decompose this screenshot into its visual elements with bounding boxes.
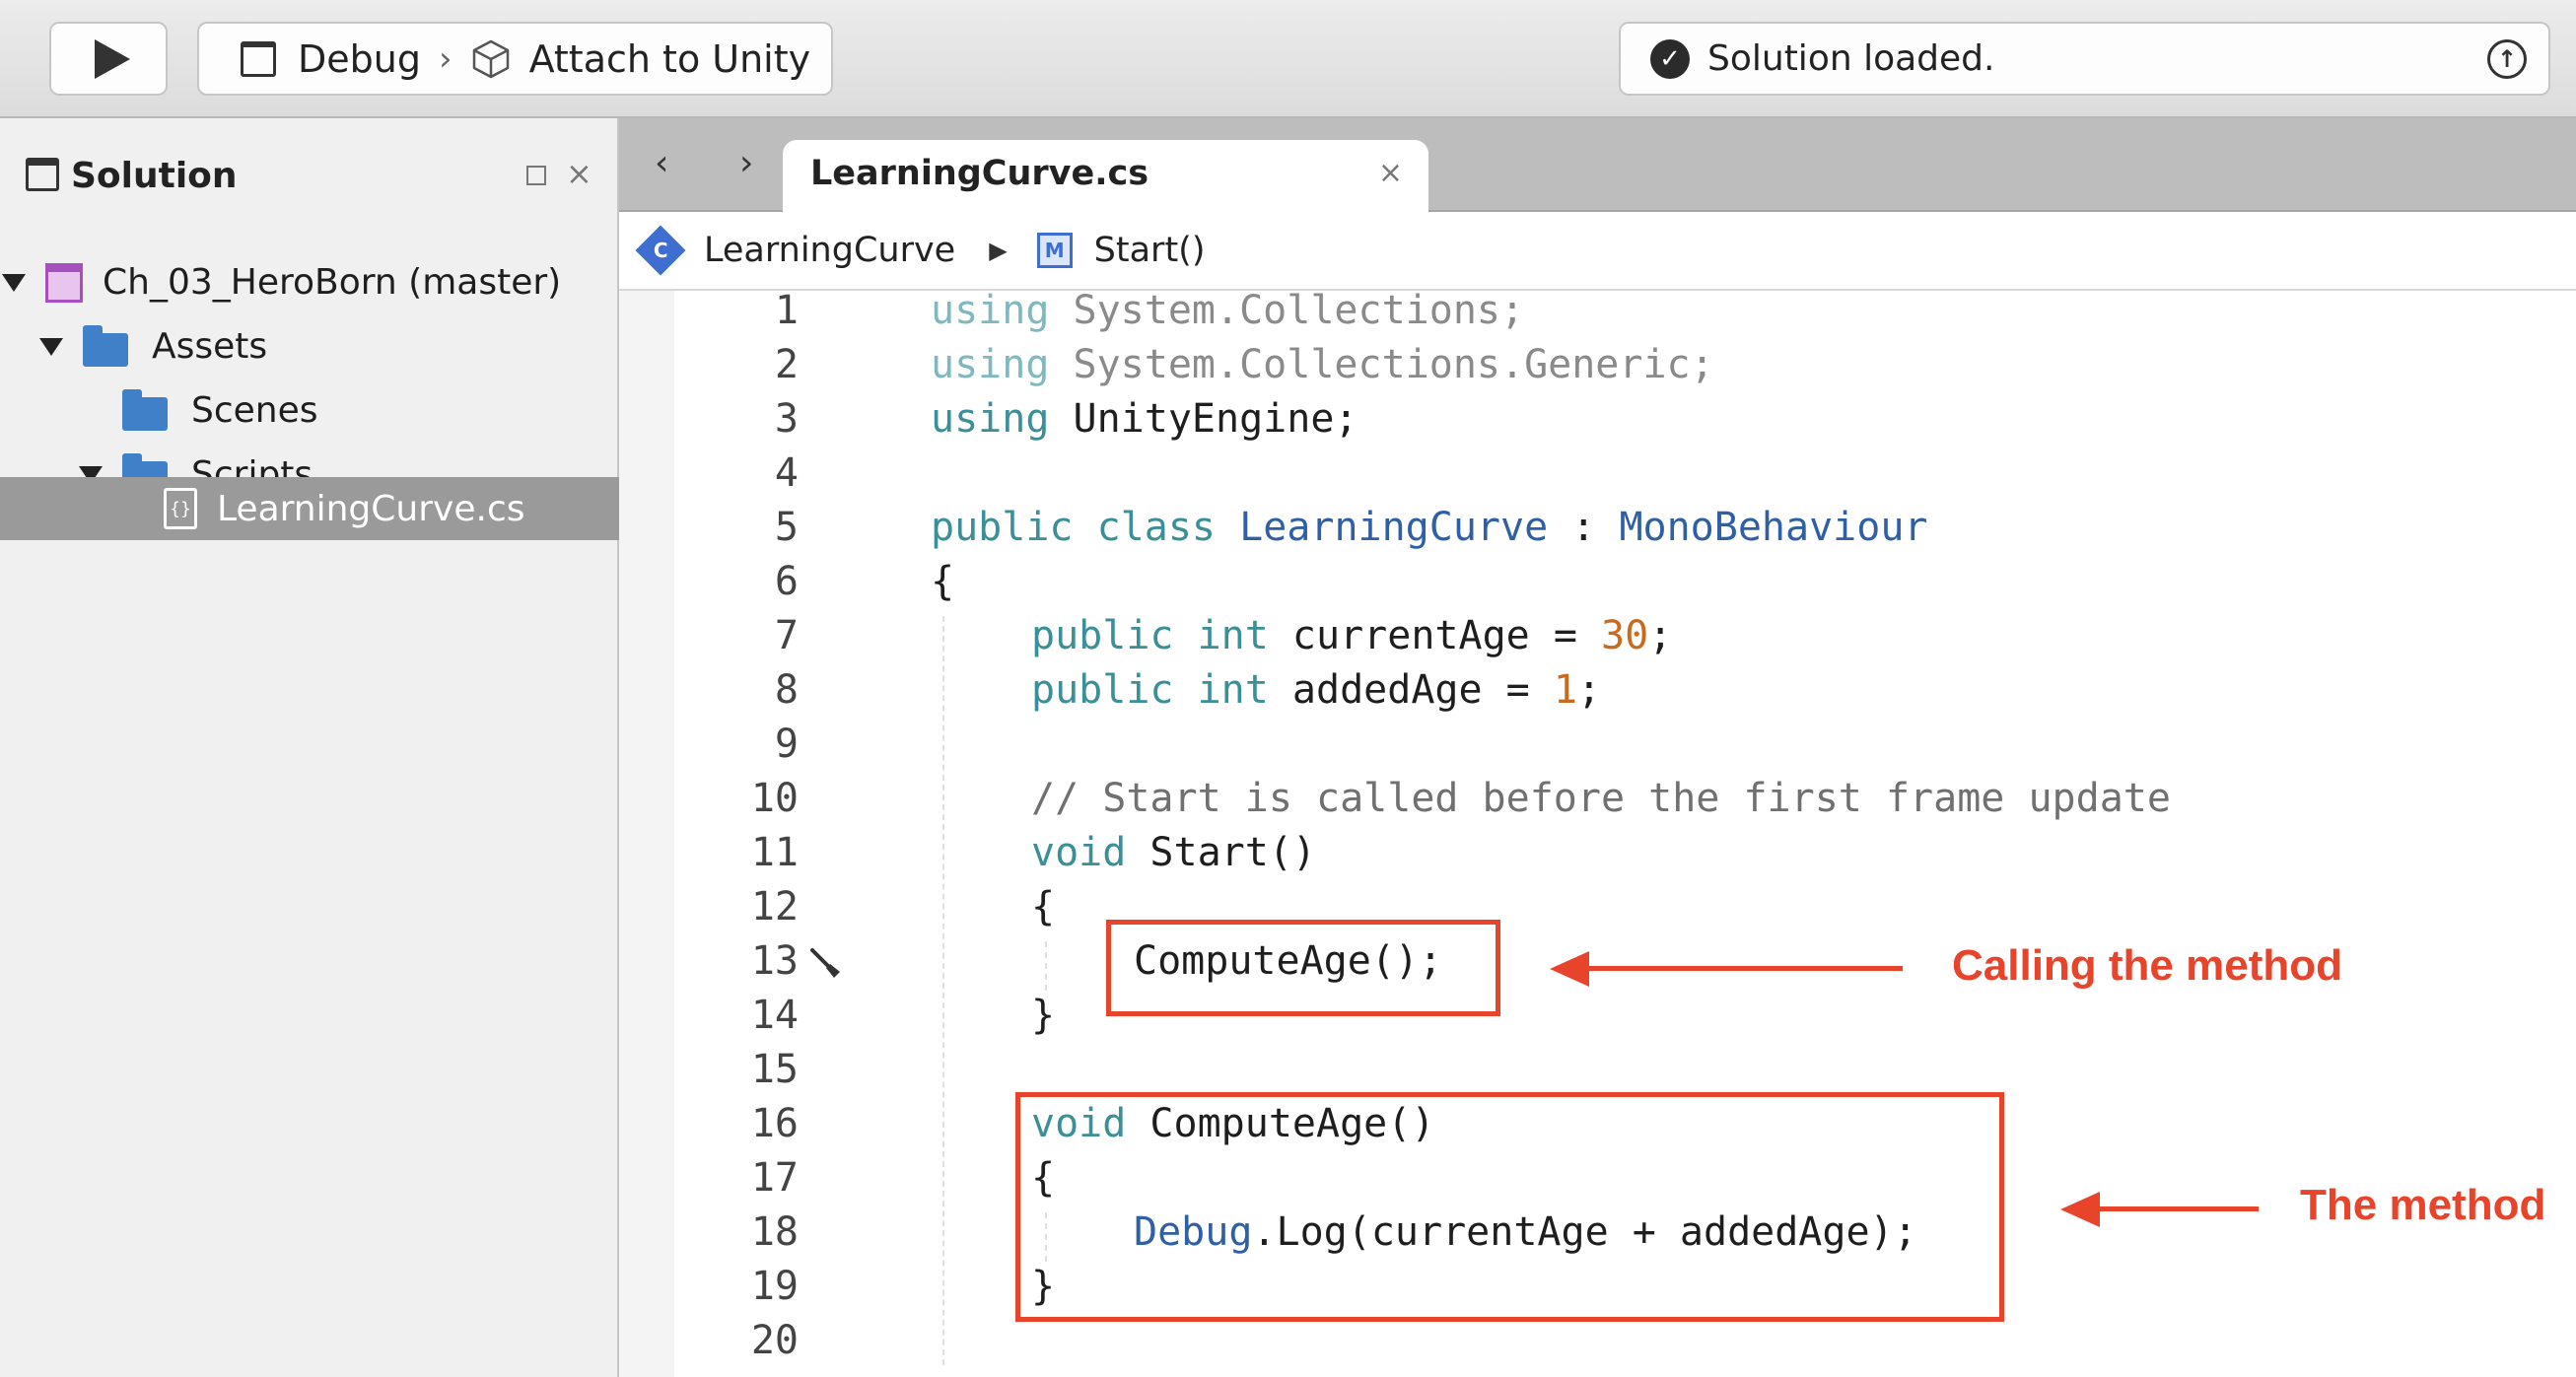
code-line-3: using UnityEngine; — [931, 396, 1358, 442]
csharp-file-icon: {} — [164, 488, 197, 529]
navigate-forward-icon[interactable]: › — [739, 146, 753, 181]
solution-title: Solution — [71, 156, 238, 196]
line-number: 3 — [774, 396, 799, 442]
editor-margin — [619, 291, 674, 1377]
line-number: 11 — [750, 830, 799, 875]
line-number: 5 — [774, 505, 799, 550]
tree-item-project[interactable]: Ch_03_HeroBorn (master) — [0, 251, 619, 313]
unity-cube-icon — [472, 39, 509, 78]
screwdriver-icon[interactable] — [808, 946, 844, 982]
line-number: 1 — [774, 288, 799, 333]
line-number: 20 — [750, 1318, 799, 1363]
line-number: 4 — [774, 450, 799, 496]
line-number: 10 — [750, 776, 799, 821]
tree-item-assets[interactable]: Assets — [0, 315, 619, 378]
line-number: 13 — [750, 938, 799, 984]
upload-arrow-icon[interactable]: ↑ — [2487, 39, 2527, 79]
code-line-8: public int addedAge = 1; — [1031, 667, 1602, 713]
solution-pad-header: Solution × — [0, 118, 617, 235]
highlight-box-method — [1015, 1092, 2004, 1322]
maximize-pad-icon[interactable] — [526, 166, 546, 185]
play-icon — [95, 38, 130, 79]
line-number: 18 — [750, 1209, 799, 1255]
code-line-6: { — [931, 559, 955, 604]
line-number: 2 — [774, 342, 799, 387]
tab-label: LearningCurve.cs — [810, 154, 1149, 193]
code-line-7: public int currentAge = 30; — [1031, 613, 1673, 658]
line-number: 8 — [774, 667, 799, 713]
navigate-back-icon[interactable]: ‹ — [655, 146, 668, 181]
solution-pad: Solution × Ch_03_HeroBorn (master) Asset… — [0, 118, 619, 1377]
annotation-call-label: Calling the method — [1952, 941, 2342, 990]
close-pad-icon[interactable]: × — [566, 158, 592, 189]
line-number: 14 — [750, 993, 799, 1038]
code-line-5: public class LearningCurve : MonoBehavio… — [931, 505, 1928, 550]
line-number: 17 — [750, 1155, 799, 1201]
folder-icon — [122, 388, 168, 431]
tree-item-label: Assets — [152, 326, 268, 367]
target-label: Attach to Unity — [528, 36, 811, 81]
code-line-1: using System.Collections; — [931, 288, 1525, 333]
run-configuration-selector[interactable]: Debug › Attach to Unity — [197, 22, 833, 96]
breadcrumb: C LearningCurve ▶ M Start() — [619, 212, 2576, 291]
line-number: 15 — [750, 1047, 799, 1092]
editor-tab-bar: ‹ › LearningCurve.cs × — [619, 118, 2576, 212]
tab-learningcurve-cs[interactable]: LearningCurve.cs × — [783, 140, 1428, 212]
code-line-14: } — [1031, 993, 1056, 1038]
arrow-line — [1582, 966, 1903, 971]
class-icon: C — [635, 225, 686, 276]
expand-arrow-icon[interactable] — [2, 273, 26, 292]
annotation-method-label: The method — [2300, 1181, 2546, 1229]
close-tab-icon[interactable]: × — [1378, 156, 1403, 190]
line-number: 7 — [774, 613, 799, 658]
configuration-label: Debug — [298, 36, 421, 81]
method-icon: M — [1036, 233, 1073, 268]
breadcrumb-method[interactable]: Start() — [1094, 231, 1206, 270]
line-number: 19 — [750, 1264, 799, 1309]
tree-item-label: Ch_03_HeroBorn (master) — [103, 262, 562, 303]
project-icon — [45, 262, 83, 303]
line-number: 9 — [774, 722, 799, 767]
indent-guide — [1045, 941, 1047, 991]
expand-arrow-icon[interactable] — [39, 337, 63, 356]
arrow-line — [2093, 1206, 2259, 1211]
status-text: Solution loaded. — [1707, 38, 1995, 79]
solution-icon — [26, 158, 59, 191]
line-number: 6 — [774, 559, 799, 604]
tree-item-scenes[interactable]: Scenes — [0, 379, 619, 442]
code-line-10: // Start is called before the first fram… — [1031, 776, 2171, 821]
code-line-12: { — [1031, 884, 1056, 929]
status-bar: ✓ Solution loaded. ↑ — [1619, 22, 2550, 96]
tree-item-label: LearningCurve.cs — [217, 488, 525, 529]
chevron-right-icon: › — [438, 38, 453, 79]
run-button[interactable] — [49, 22, 168, 96]
line-number: 16 — [750, 1101, 799, 1146]
breadcrumb-class[interactable]: LearningCurve — [704, 231, 955, 270]
window-icon — [241, 40, 276, 77]
check-circle-icon: ✓ — [1650, 38, 1690, 79]
folder-icon — [83, 324, 128, 367]
triangle-right-icon: ▶ — [989, 237, 1008, 264]
tree-item-label: Scenes — [191, 390, 318, 431]
highlight-box-call — [1106, 920, 1500, 1016]
indent-guide — [942, 616, 944, 1365]
code-line-2: using System.Collections.Generic; — [931, 342, 1714, 387]
main-toolbar: Debug › Attach to Unity ✓ Solution loade… — [0, 0, 2576, 118]
code-line-11: void Start() — [1031, 830, 1316, 875]
line-number: 12 — [750, 884, 799, 929]
tree-item-learningcurve-cs[interactable]: {} LearningCurve.cs — [0, 477, 619, 540]
